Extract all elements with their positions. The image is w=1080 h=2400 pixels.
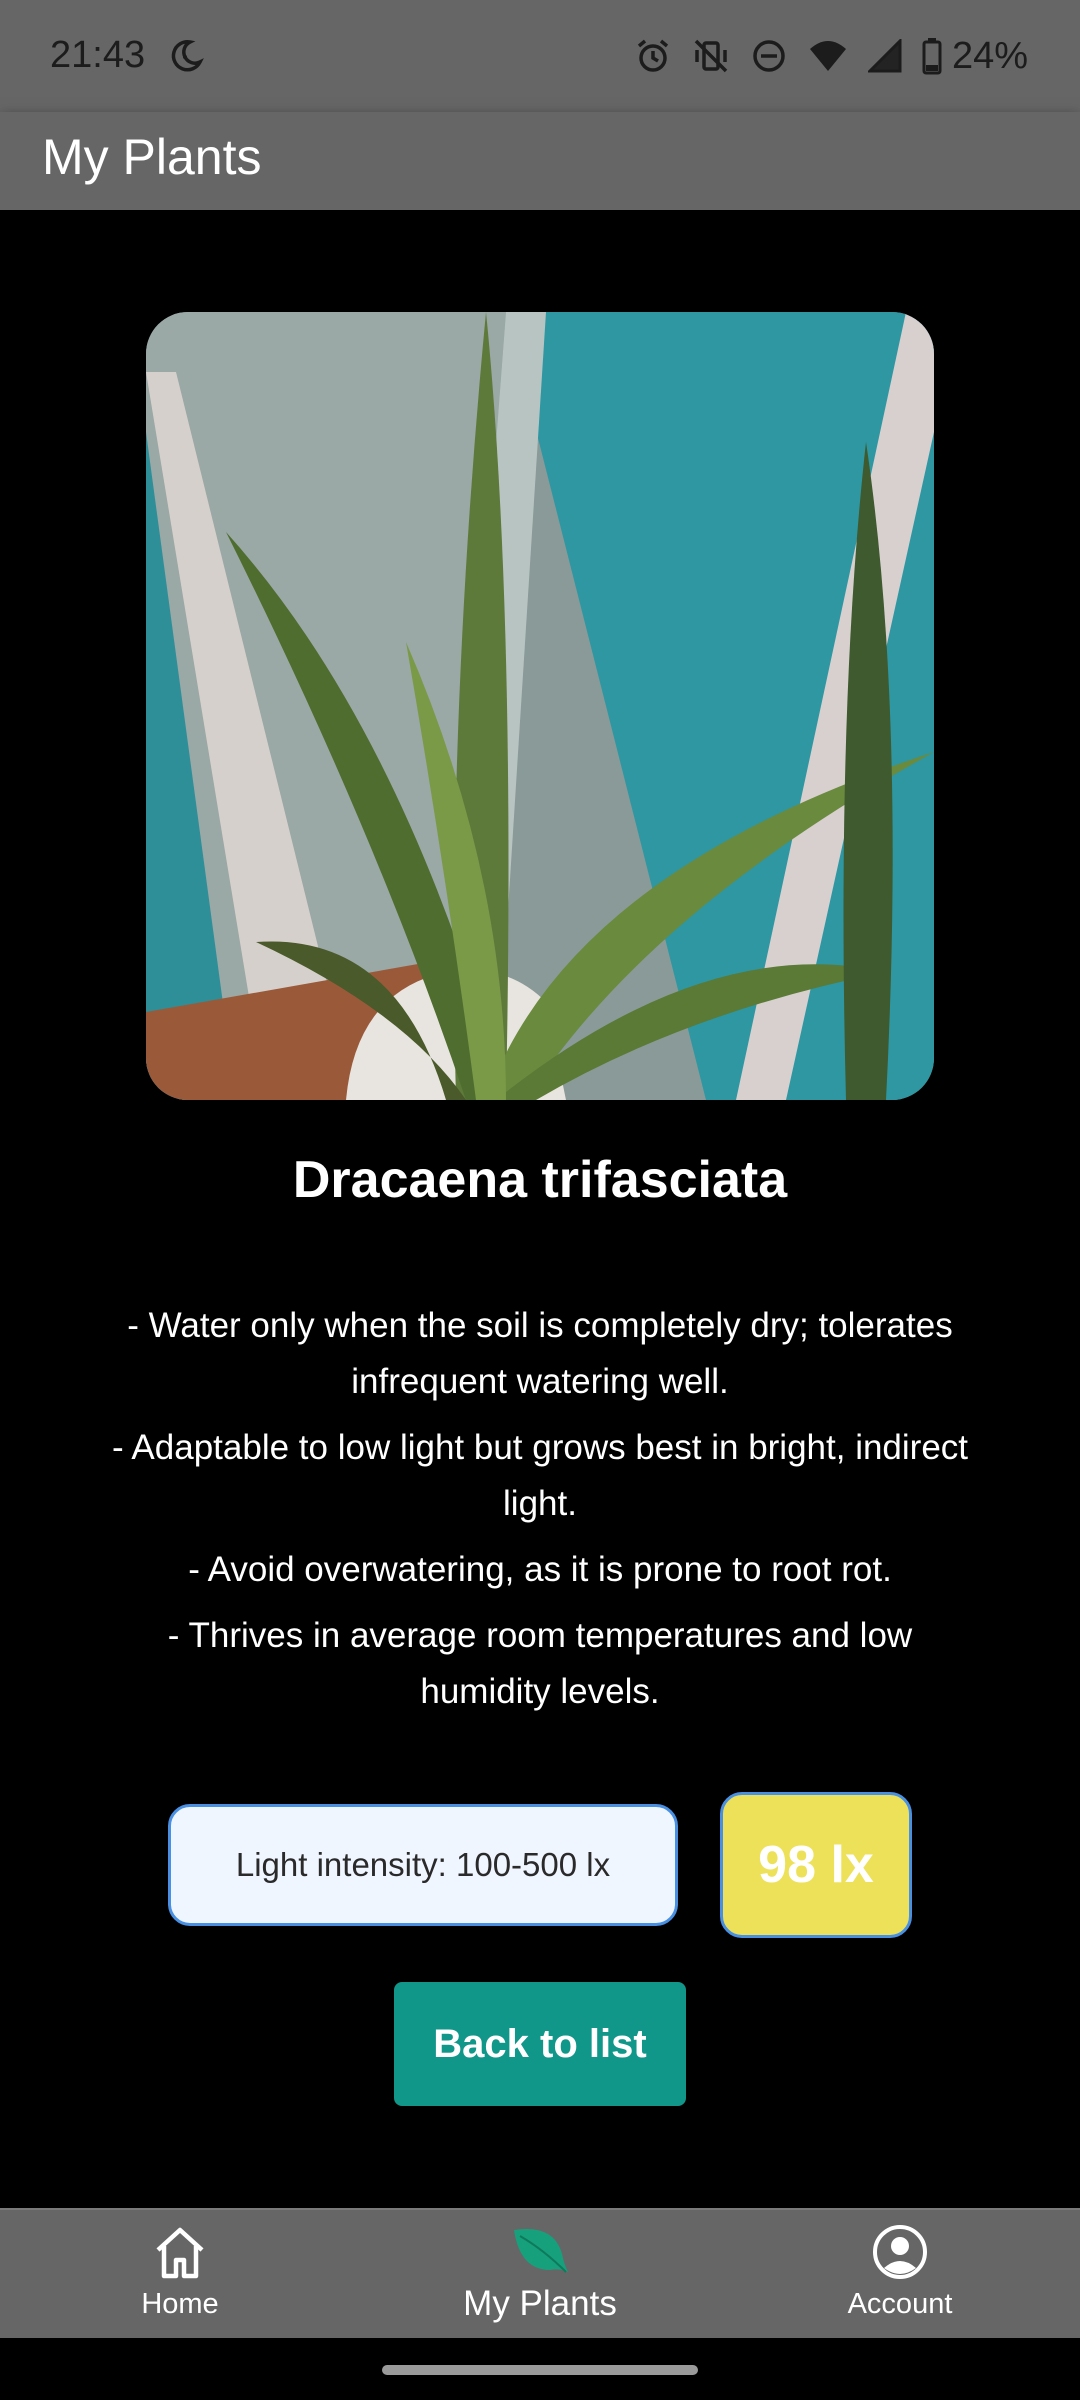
leaf-icon bbox=[510, 2222, 570, 2282]
gesture-handle[interactable] bbox=[382, 2365, 698, 2375]
account-circle-icon bbox=[872, 2222, 928, 2282]
page-title: My Plants bbox=[42, 129, 262, 185]
plant-name: Dracaena trifasciata bbox=[292, 1151, 788, 1209]
back-to-list-button[interactable]: Back to list bbox=[394, 1982, 686, 2106]
vibrate-off-icon bbox=[692, 37, 730, 75]
nav-label-account: Account bbox=[847, 2288, 953, 2320]
do-not-disturb-moon-icon bbox=[168, 38, 204, 79]
cellular-signal-icon bbox=[867, 39, 902, 73]
care-tips-list: - Water only when the soil is completely… bbox=[110, 1298, 970, 1730]
care-tip-temperature: - Thrives in average room temperatures a… bbox=[167, 1616, 913, 1711]
home-icon bbox=[150, 2222, 210, 2282]
battery-percent: 24% bbox=[951, 34, 1028, 77]
nav-item-account[interactable]: Account bbox=[750, 2210, 1050, 2340]
wifi-icon bbox=[808, 39, 848, 73]
nav-item-home[interactable]: Home bbox=[30, 2210, 330, 2340]
care-tip-watering: - Water only when the soil is completely… bbox=[127, 1306, 953, 1401]
status-bar: 21:43 24% bbox=[0, 0, 1080, 112]
nav-label-my-plants: My Plants bbox=[463, 2284, 617, 2323]
nav-label-home: Home bbox=[141, 2288, 219, 2320]
care-tip-overwatering: - Avoid overwatering, as it is prone to … bbox=[188, 1550, 892, 1589]
care-tip-light: - Adaptable to low light but grows best … bbox=[111, 1428, 969, 1523]
plant-photo bbox=[146, 312, 934, 1100]
light-reading-badge: 98 lx bbox=[720, 1792, 912, 1938]
light-intensity-range: Light intensity: 100-500 lx bbox=[168, 1804, 678, 1926]
alarm-icon bbox=[634, 37, 672, 75]
dnd-minus-icon bbox=[750, 37, 788, 75]
nav-item-my-plants[interactable]: My Plants bbox=[390, 2210, 690, 2340]
app-bar: My Plants bbox=[0, 112, 1080, 210]
status-icons: 24% bbox=[634, 34, 1028, 78]
bottom-nav: Home My Plants Account bbox=[0, 2208, 1080, 2338]
battery-icon bbox=[922, 37, 942, 75]
status-time: 21:43 bbox=[50, 34, 146, 76]
